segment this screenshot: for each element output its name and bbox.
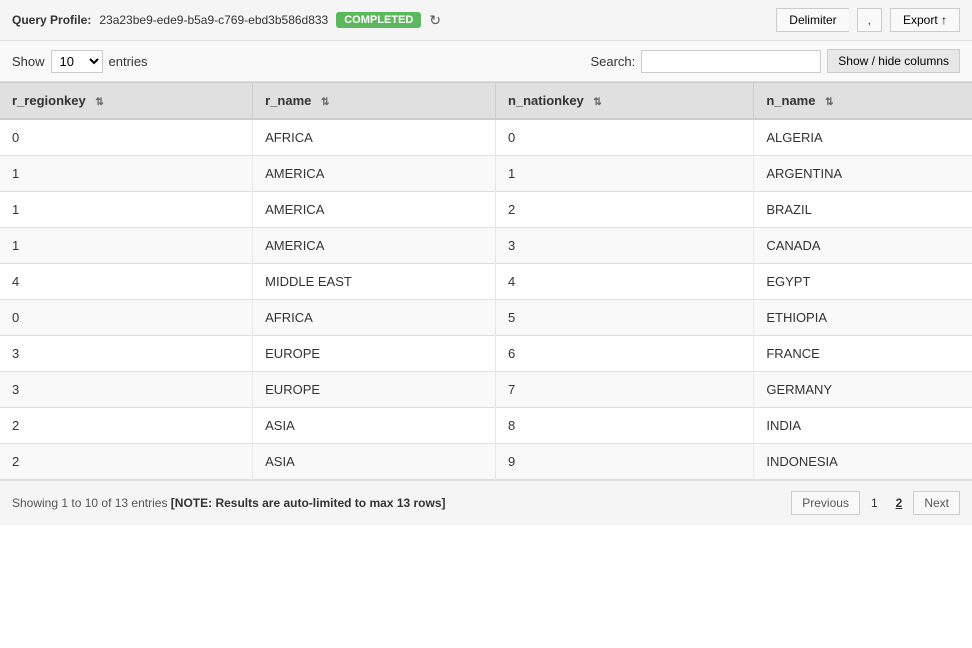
table-row: 2ASIA8INDIA <box>0 408 972 444</box>
cell-r_name: AMERICA <box>253 156 496 192</box>
cell-r_name: AMERICA <box>253 192 496 228</box>
search-label: Search: <box>590 54 635 69</box>
cell-n_nationkey: 2 <box>495 192 753 228</box>
col-header-n-name[interactable]: n_name ⇅ <box>754 83 972 120</box>
cell-r_regionkey: 3 <box>0 336 253 372</box>
cell-r_name: AMERICA <box>253 228 496 264</box>
entries-select[interactable]: 10 25 50 100 <box>51 50 103 73</box>
delimiter-button[interactable]: Delimiter <box>776 8 848 32</box>
page-2-current[interactable]: 2 <box>889 492 910 514</box>
table-row: 3EUROPE6FRANCE <box>0 336 972 372</box>
cell-n_nationkey: 8 <box>495 408 753 444</box>
show-hide-columns-button[interactable]: Show / hide columns <box>827 49 960 73</box>
cell-n_name: FRANCE <box>754 336 972 372</box>
cell-n_name: ETHIOPIA <box>754 300 972 336</box>
query-id: 23a23be9-ede9-b5a9-c769-ebd3b586d833 <box>99 13 328 27</box>
cell-r_regionkey: 1 <box>0 156 253 192</box>
table-row: 4MIDDLE EAST4EGYPT <box>0 264 972 300</box>
cell-n_nationkey: 6 <box>495 336 753 372</box>
query-profile-label: Query Profile: <box>12 13 91 27</box>
table-row: 0AFRICA5ETHIOPIA <box>0 300 972 336</box>
note-text: [NOTE: Results are auto-limited to max 1… <box>171 496 446 510</box>
next-button[interactable]: Next <box>913 491 960 515</box>
cell-r_regionkey: 4 <box>0 264 253 300</box>
footer-info: Showing 1 to 10 of 13 entries [NOTE: Res… <box>12 496 446 510</box>
cell-n_nationkey: 1 <box>495 156 753 192</box>
cell-n_nationkey: 5 <box>495 300 753 336</box>
previous-button[interactable]: Previous <box>791 491 860 515</box>
cell-n_name: INDIA <box>754 408 972 444</box>
status-badge: COMPLETED <box>336 12 421 28</box>
cell-n_name: GERMANY <box>754 372 972 408</box>
cell-n_nationkey: 3 <box>495 228 753 264</box>
entries-label: entries <box>109 54 148 69</box>
cell-r_regionkey: 2 <box>0 444 253 480</box>
cell-n_name: EGYPT <box>754 264 972 300</box>
cell-r_name: AFRICA <box>253 119 496 156</box>
table-container: r_regionkey ⇅ r_name ⇅ n_nationkey ⇅ n_n… <box>0 82 972 480</box>
cell-r_regionkey: 2 <box>0 408 253 444</box>
cell-r_regionkey: 1 <box>0 192 253 228</box>
pagination: Previous 1 2 Next <box>791 491 960 515</box>
cell-r_regionkey: 3 <box>0 372 253 408</box>
sort-icon-r-regionkey: ⇅ <box>95 97 103 108</box>
cell-n_name: CANADA <box>754 228 972 264</box>
page-1[interactable]: 1 <box>864 492 885 514</box>
cell-r_name: ASIA <box>253 444 496 480</box>
table-row: 2ASIA9INDONESIA <box>0 444 972 480</box>
cell-r_name: AFRICA <box>253 300 496 336</box>
showing-text: Showing 1 to 10 of 13 entries <box>12 496 167 510</box>
table-row: 3EUROPE7GERMANY <box>0 372 972 408</box>
cell-r_name: EUROPE <box>253 336 496 372</box>
cell-n_name: ARGENTINA <box>754 156 972 192</box>
cell-r_name: MIDDLE EAST <box>253 264 496 300</box>
search-input[interactable] <box>641 50 821 73</box>
show-label: Show <box>12 54 45 69</box>
cell-r_name: ASIA <box>253 408 496 444</box>
cell-n_name: INDONESIA <box>754 444 972 480</box>
table-row: 1AMERICA1ARGENTINA <box>0 156 972 192</box>
cell-r_name: EUROPE <box>253 372 496 408</box>
cell-n_nationkey: 0 <box>495 119 753 156</box>
cell-r_regionkey: 0 <box>0 300 253 336</box>
cell-n_nationkey: 4 <box>495 264 753 300</box>
table-header-row: r_regionkey ⇅ r_name ⇅ n_nationkey ⇅ n_n… <box>0 83 972 120</box>
cell-n_name: ALGERIA <box>754 119 972 156</box>
cell-r_regionkey: 0 <box>0 119 253 156</box>
cell-r_regionkey: 1 <box>0 228 253 264</box>
sort-icon-n-name: ⇅ <box>825 97 833 108</box>
cell-n_nationkey: 9 <box>495 444 753 480</box>
col-header-r-regionkey[interactable]: r_regionkey ⇅ <box>0 83 253 120</box>
table-row: 0AFRICA0ALGERIA <box>0 119 972 156</box>
controls-bar: Show 10 25 50 100 entries Search: Show /… <box>0 41 972 82</box>
table-row: 1AMERICA2BRAZIL <box>0 192 972 228</box>
table-row: 1AMERICA3CANADA <box>0 228 972 264</box>
col-header-n-nationkey[interactable]: n_nationkey ⇅ <box>495 83 753 120</box>
cell-n_nationkey: 7 <box>495 372 753 408</box>
col-header-r-name[interactable]: r_name ⇅ <box>253 83 496 120</box>
export-button[interactable]: Export ↑ <box>890 8 960 32</box>
results-table: r_regionkey ⇅ r_name ⇅ n_nationkey ⇅ n_n… <box>0 82 972 480</box>
footer-bar: Showing 1 to 10 of 13 entries [NOTE: Res… <box>0 480 972 525</box>
delimiter-value: , <box>857 8 882 32</box>
cell-n_name: BRAZIL <box>754 192 972 228</box>
sort-icon-n-nationkey: ⇅ <box>593 97 601 108</box>
sort-icon-r-name: ⇅ <box>321 97 329 108</box>
refresh-icon[interactable]: ↻ <box>429 12 441 29</box>
top-bar: Query Profile: 23a23be9-ede9-b5a9-c769-e… <box>0 0 972 41</box>
